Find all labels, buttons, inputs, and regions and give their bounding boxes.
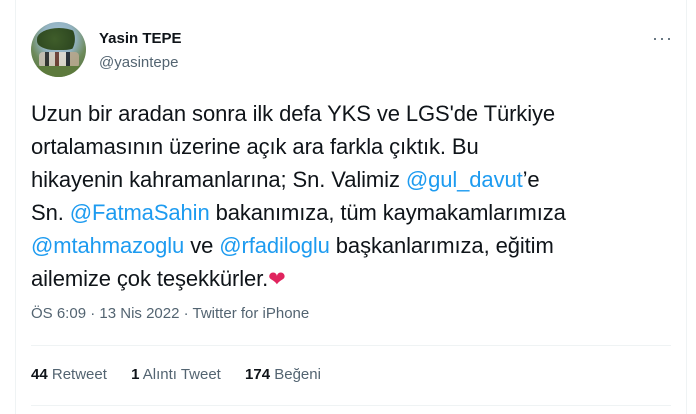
heart-emoji: ❤ xyxy=(268,268,286,291)
separator: · xyxy=(179,305,193,322)
avatar[interactable] xyxy=(31,22,86,77)
quote-count[interactable]: 1 Alıntı Tweet xyxy=(131,366,221,383)
tweet-date[interactable]: 13 Nis 2022 xyxy=(99,305,179,322)
mention-link[interactable]: @gul_davut xyxy=(406,167,523,192)
tweet-line: @mtahmazoglu ve @rfadiloglu başkanlarımı… xyxy=(31,229,671,262)
user-handle[interactable]: @yasintepe xyxy=(99,54,178,71)
separator: · xyxy=(86,305,100,322)
tweet-metadata: ÖS 6:09 · 13 Nis 2022 · Twitter for iPho… xyxy=(31,305,309,322)
tweet-line: Uzun bir aradan sonra ilk defa YKS ve LG… xyxy=(31,101,556,126)
tweet-line: ailemize çok teşekkürler.❤ xyxy=(31,262,671,296)
tweet-line: hikayenin kahramanlarına; Sn. Valimiz @g… xyxy=(31,163,671,196)
retweet-count[interactable]: 44 Retweet xyxy=(31,366,107,383)
quote-label: Alıntı Tweet xyxy=(142,366,221,383)
user-name[interactable]: Yasin TEPE xyxy=(99,30,182,47)
tweet-card: Yasin TEPE @yasintepe ··· Uzun bir arada… xyxy=(15,0,687,414)
quote-count-value: 1 xyxy=(131,366,140,383)
tweet-text-segment: ailemize çok teşekkürler. xyxy=(31,266,269,291)
like-label: Beğeni xyxy=(274,366,321,383)
like-count[interactable]: 174 Beğeni xyxy=(245,366,321,383)
tweet-text-segment: ve xyxy=(184,233,220,258)
more-horizontal-icon[interactable]: ··· xyxy=(652,28,673,49)
retweet-count-value: 44 xyxy=(31,366,48,383)
mention-link[interactable]: @rfadiloglu xyxy=(219,233,330,258)
tweet-text-segment: başkanlarımıza, eğitim xyxy=(329,233,554,258)
tweet-text-segment: Sn. xyxy=(31,200,70,225)
tweet-text-segment: hikayenin kahramanlarına; Sn. Valimiz xyxy=(31,167,406,192)
divider xyxy=(31,405,671,406)
divider xyxy=(31,345,671,346)
tweet-text-segment: bakanımıza, tüm kaymakamlarımıza xyxy=(209,200,566,225)
tweet-time[interactable]: ÖS 6:09 xyxy=(31,305,86,322)
tweet-stats: 44 Retweet 1 Alıntı Tweet 174 Beğeni xyxy=(31,366,341,383)
retweet-label: Retweet xyxy=(51,366,107,383)
tweet-text: Uzun bir aradan sonra ilk defa YKS ve LG… xyxy=(31,97,671,296)
like-count-value: 174 xyxy=(245,366,271,383)
mention-link[interactable]: @FatmaSahin xyxy=(70,200,210,225)
tweet-text-segment: ’e xyxy=(522,167,540,192)
tweet-line: Sn. @FatmaSahin bakanımıza, tüm kaymakam… xyxy=(31,196,671,229)
tweet-source[interactable]: Twitter for iPhone xyxy=(193,305,310,322)
tweet-line: ortalamasının üzerine açık ara farkla çı… xyxy=(31,134,479,159)
mention-link[interactable]: @mtahmazoglu xyxy=(31,233,184,258)
